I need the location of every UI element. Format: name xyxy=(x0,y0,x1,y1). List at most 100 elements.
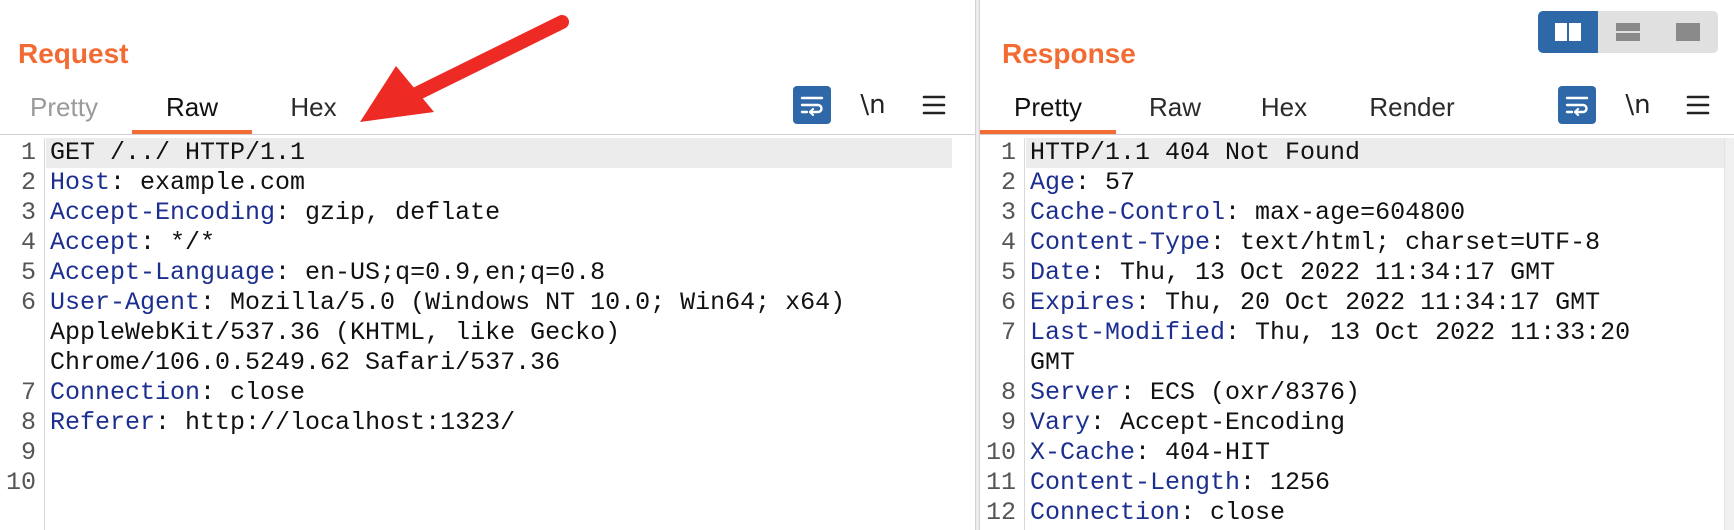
request-tabs: Pretty Raw Hex xyxy=(0,84,371,134)
header-line: Connection: close xyxy=(1030,498,1285,528)
line-number: 9 xyxy=(1000,408,1016,437)
header-line: Accept: */* xyxy=(50,228,215,258)
request-tab-pretty[interactable]: Pretty xyxy=(0,84,128,134)
response-tabs: Pretty Raw Hex Render xyxy=(980,84,1482,134)
header-name: Content-Type xyxy=(1030,228,1211,257)
header-line: Age: 57 xyxy=(1030,168,1135,198)
response-tab-raw[interactable]: Raw xyxy=(1120,84,1230,134)
header-line: Content-Type: text/html; charset=UTF-8 xyxy=(1030,228,1600,258)
single-pane-layout-icon xyxy=(1676,23,1700,41)
line-number: 8 xyxy=(20,408,36,437)
header-name: Connection xyxy=(50,378,201,407)
hamburger-menu-icon xyxy=(922,95,946,115)
side-by-side-layout-button[interactable] xyxy=(1538,11,1598,53)
request-newline-toggle[interactable]: \n xyxy=(854,86,892,124)
header-value: : text/html; charset=UTF-8 xyxy=(1210,228,1601,257)
response-editor[interactable]: 1 HTTP/1.1 404 Not Found 2 Age: 57 3 Cache-Co… xyxy=(980,138,1734,530)
header-value: : close xyxy=(200,378,306,407)
header-line: Connection: close xyxy=(50,378,305,408)
header-value: : */* xyxy=(140,228,216,257)
header-value: : 1256 xyxy=(1240,468,1331,497)
header-value: : http://localhost:1323/ xyxy=(155,408,516,437)
header-name: Accept-Language xyxy=(50,258,276,287)
request-tab-raw[interactable]: Raw xyxy=(132,84,252,134)
response-tab-render[interactable]: Render xyxy=(1342,84,1482,134)
red-arrow-icon xyxy=(360,15,569,122)
header-name: Content-Length xyxy=(1030,468,1241,497)
layout-switcher xyxy=(1538,11,1718,53)
header-value: : Thu, 13 Oct 2022 11:33:20 xyxy=(1225,318,1631,347)
response-tab-hex[interactable]: Hex xyxy=(1234,84,1334,134)
header-value: : Accept-Encoding xyxy=(1090,408,1346,437)
header-name: Age xyxy=(1030,168,1076,197)
response-tab-pretty[interactable]: Pretty xyxy=(980,84,1116,134)
request-title: Request xyxy=(18,38,129,69)
header-value: : en-US;q=0.9,en;q=0.8 xyxy=(275,258,606,287)
header-value: : close xyxy=(1180,498,1286,527)
header-name: Expires xyxy=(1030,288,1136,317)
header-name: Connection xyxy=(1030,498,1181,527)
request-wrap-button[interactable] xyxy=(793,86,831,124)
header-name: Vary xyxy=(1030,408,1091,437)
line-number: 3 xyxy=(1000,198,1016,227)
header-name: Host xyxy=(50,168,111,197)
response-pane: Response Pretty Raw Hex Render \n 1 HTTP/… xyxy=(980,0,1734,530)
request-menu-button[interactable] xyxy=(918,86,950,124)
header-value: : gzip, deflate xyxy=(275,198,501,227)
line-number: 7 xyxy=(1000,318,1016,347)
side-by-side-layout-icon xyxy=(1555,23,1581,41)
header-line: Server: ECS (oxr/8376) xyxy=(1030,378,1360,408)
line-number: 7 xyxy=(20,378,36,407)
line-number: 5 xyxy=(1000,258,1016,287)
line-number: 2 xyxy=(1000,168,1016,197)
line-number: 3 xyxy=(20,198,36,227)
header-value: : ECS (oxr/8376) xyxy=(1120,378,1361,407)
line-number: 10 xyxy=(985,438,1016,467)
line-text: AppleWebKit/537.36 (KHTML, like Gecko) xyxy=(50,318,621,347)
response-tabs-divider xyxy=(980,134,1734,135)
header-value: : example.com xyxy=(110,168,306,197)
stacked-layout-icon xyxy=(1616,23,1640,41)
header-name: Date xyxy=(1030,258,1091,287)
header-line: Content-Length: 1256 xyxy=(1030,468,1330,498)
header-value: : max-age=604800 xyxy=(1225,198,1466,227)
stacked-layout-button[interactable] xyxy=(1598,11,1658,53)
request-editor[interactable]: 1 GET /../ HTTP/1.1 2 Host: example.com 3 Acc… xyxy=(0,138,975,530)
response-wrap-button[interactable] xyxy=(1558,86,1596,124)
line-text: GMT xyxy=(1030,348,1076,377)
line-number: 4 xyxy=(1000,228,1016,257)
line-number: 2 xyxy=(20,168,36,197)
line-text: GET /../ HTTP/1.1 xyxy=(50,138,306,167)
line-number: 10 xyxy=(5,468,36,497)
line-number: 5 xyxy=(20,258,36,287)
header-name: Accept-Encoding xyxy=(50,198,276,227)
header-line: User-Agent: Mozilla/5.0 (Windows NT 10.0… xyxy=(50,288,845,318)
line-number: 9 xyxy=(20,438,36,467)
header-name: Server xyxy=(1030,378,1121,407)
hamburger-menu-icon xyxy=(1686,95,1710,115)
single-pane-layout-button[interactable] xyxy=(1658,11,1718,53)
header-name: User-Agent xyxy=(50,288,201,317)
line-number: 12 xyxy=(985,498,1016,527)
header-line: Accept-Encoding: gzip, deflate xyxy=(50,198,500,228)
header-value: : 57 xyxy=(1075,168,1136,197)
request-tabs-divider xyxy=(0,134,975,135)
header-value: : Thu, 20 Oct 2022 11:34:17 GMT xyxy=(1135,288,1601,317)
header-line: Accept-Language: en-US;q=0.9,en;q=0.8 xyxy=(50,258,605,288)
header-value: : Mozilla/5.0 (Windows NT 10.0; Win64; x… xyxy=(200,288,846,317)
line-number: 6 xyxy=(20,288,36,317)
response-title: Response xyxy=(1002,38,1136,69)
response-menu-button[interactable] xyxy=(1682,86,1714,124)
line-number: 1 xyxy=(1000,138,1016,167)
header-value: : Thu, 13 Oct 2022 11:34:17 GMT xyxy=(1090,258,1556,287)
response-newline-toggle[interactable]: \n xyxy=(1619,86,1657,124)
header-value: : 404-HIT xyxy=(1135,438,1271,467)
line-number: 11 xyxy=(985,468,1016,497)
line-number: 4 xyxy=(20,228,36,257)
line-number: 6 xyxy=(1000,288,1016,317)
response-scrollbar[interactable] xyxy=(1724,138,1734,530)
header-name: Last-Modified xyxy=(1030,318,1226,347)
line-text: HTTP/1.1 404 Not Found xyxy=(1030,138,1361,167)
line-text: Chrome/106.0.5249.62 Safari/537.36 xyxy=(50,348,561,377)
wrap-lines-icon xyxy=(800,96,824,116)
